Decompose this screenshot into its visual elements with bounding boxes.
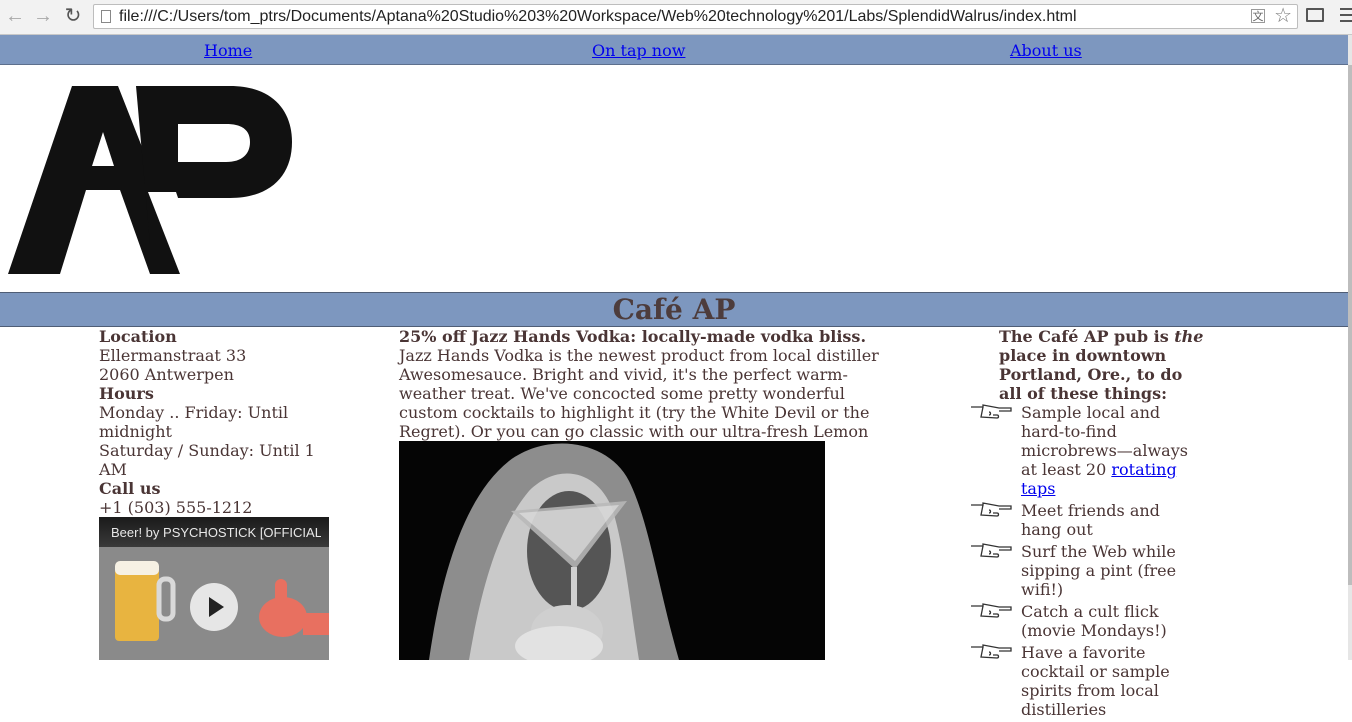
site-logo xyxy=(0,70,300,290)
page-title: Café AP xyxy=(612,293,736,326)
back-arrow-icon[interactable]: ← xyxy=(4,5,26,27)
translate-icon[interactable]: 文 xyxy=(1251,9,1265,23)
activities-column: The Café AP pub is the place in downtown… xyxy=(971,327,1204,722)
activity-text: Meet friends and hang out xyxy=(1021,501,1160,539)
cocktail-photo xyxy=(399,441,825,660)
page-title-bar: Café AP xyxy=(0,292,1348,327)
phone-number: +1 (503) 555-1212 xyxy=(99,498,253,517)
pointing-hand-icon xyxy=(971,644,1012,659)
reload-icon[interactable]: ↻ xyxy=(62,5,84,27)
nav-on-tap-link[interactable]: On tap now xyxy=(592,41,685,60)
list-item: Sample local and hard-to-find microbrews… xyxy=(971,403,1204,498)
activity-text: Surf the Web while sipping a pint (free … xyxy=(1021,542,1177,599)
list-item: Surf the Web while sipping a pint (free … xyxy=(971,542,1204,599)
list-item: Catch a cult flick (movie Mondays!) xyxy=(971,602,1204,640)
address-bar[interactable]: file:///C:/Users/tom_ptrs/Documents/Apta… xyxy=(93,4,1298,29)
address-line-2: 2060 Antwerpen xyxy=(99,365,234,384)
cast-icon[interactable] xyxy=(1306,8,1324,22)
browser-toolbar: ← → ↻ file:///C:/Users/tom_ptrs/Document… xyxy=(0,0,1352,35)
menu-icon[interactable] xyxy=(1340,8,1352,24)
list-item: Have a favorite cocktail or sample spiri… xyxy=(971,643,1204,719)
nav-home-link[interactable]: Home xyxy=(204,41,252,60)
scrollbar-thumb[interactable] xyxy=(1348,65,1352,585)
promo-headline: 25% off Jazz Hands Vodka: locally-made v… xyxy=(399,327,867,346)
site-navbar: Home On tap now About us xyxy=(0,35,1348,65)
list-item: Meet friends and hang out xyxy=(971,501,1204,539)
forward-arrow-icon[interactable]: → xyxy=(32,5,54,27)
url-text[interactable]: file:///C:/Users/tom_ptrs/Documents/Apta… xyxy=(119,8,1077,26)
pointing-hand-icon xyxy=(971,502,1012,517)
bookmark-star-icon[interactable]: ☆ xyxy=(1274,5,1292,27)
hours-weekday: Monday .. Friday: Until midnight xyxy=(99,403,289,441)
hours-heading: Hours xyxy=(99,384,154,403)
hours-weekend: Saturday / Sunday: Until 1 AM xyxy=(99,441,315,479)
page-icon xyxy=(101,10,111,23)
pointing-hand-icon xyxy=(971,543,1012,558)
pointing-hand-icon xyxy=(971,404,1012,419)
video-embed[interactable]: Beer! by PSYCHOSTICK [OFFICIAL xyxy=(99,517,329,660)
video-title[interactable]: Beer! by PSYCHOSTICK [OFFICIAL xyxy=(111,525,321,540)
vertical-scrollbar[interactable] xyxy=(1348,35,1352,660)
pointing-hand-icon xyxy=(971,603,1012,618)
info-column: Location Ellermanstraat 33 2060 Antwerpe… xyxy=(99,327,329,517)
activity-text: Catch a cult flick (movie Mondays!) xyxy=(1021,602,1167,640)
activities-list: Sample local and hard-to-find microbrews… xyxy=(971,403,1204,719)
play-button-icon[interactable] xyxy=(190,583,238,631)
nav-about-link[interactable]: About us xyxy=(1010,41,1082,60)
activities-intro: The Café AP pub is the place in downtown… xyxy=(999,327,1204,403)
address-line-1: Ellermanstraat 33 xyxy=(99,346,247,365)
location-heading: Location xyxy=(99,327,177,346)
call-heading: Call us xyxy=(99,479,161,498)
activity-text: Have a favorite cocktail or sample spiri… xyxy=(1021,643,1170,719)
